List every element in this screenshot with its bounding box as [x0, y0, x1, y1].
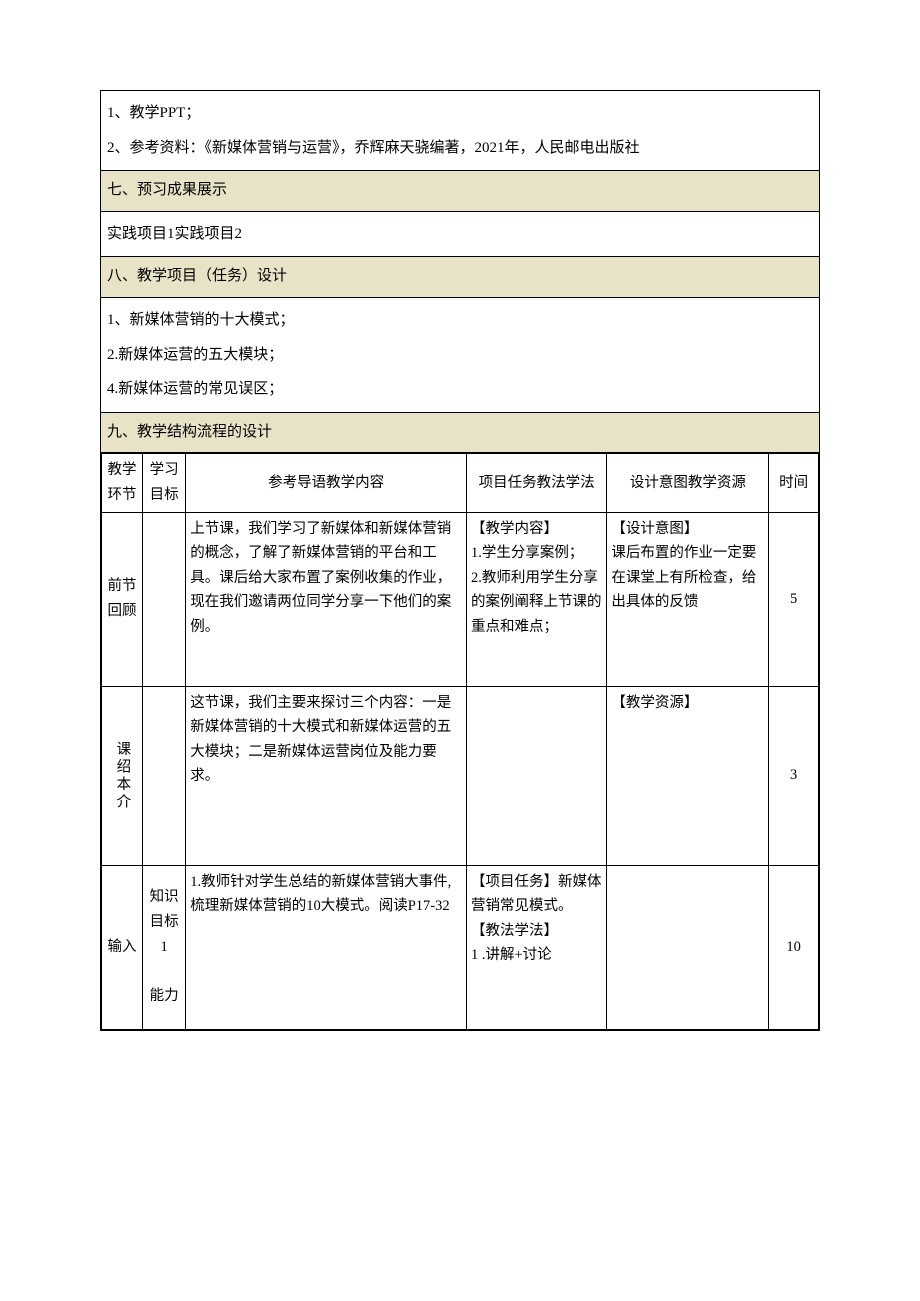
- flow-header-goal: 学习目标: [143, 454, 186, 512]
- table-row: 课绍本介 这节课，我们主要来探讨三个内容：一是新媒体营销的十大模式和新媒体运营的…: [102, 686, 819, 865]
- materials-line-1: 1、教学PPT；: [107, 99, 813, 128]
- flow-design-cell: 【教学资源】: [607, 686, 769, 865]
- flow-goal-cell: [143, 686, 186, 865]
- flow-time-cell: 5: [769, 512, 819, 686]
- flow-header-script: 参考导语教学内容: [186, 454, 467, 512]
- section-8-line-2: 2.新媒体运营的五大模块；: [107, 341, 813, 370]
- flow-task-cell: 【项目任务】新媒体营销常见模式。 【教法学法】 1 .讲解+讨论: [466, 865, 606, 1029]
- section-8-content-cell: 1、新媒体营销的十大模式； 2.新媒体运营的五大模块； 4.新媒体运营的常见误区…: [101, 298, 820, 413]
- flow-stage-cell: 前节回顾: [102, 512, 143, 686]
- section-8-line-3: 4.新媒体运营的常见误区；: [107, 375, 813, 404]
- flow-header-row: 教学环节 学习目标 参考导语教学内容 项目任务教法学法 设计意图教学资源 时间: [102, 454, 819, 512]
- flow-stage-label: 课绍本介: [110, 741, 135, 811]
- table-row: 输入 知识目标1 能力 1.教师针对学生总结的新媒体营销大事件,梳理新媒体营销的…: [102, 865, 819, 1029]
- table-row: 前节回顾 上节课，我们学习了新媒体和新媒体营销的概念，了解了新媒体营销的平台和工…: [102, 512, 819, 686]
- flow-header-stage: 教学环节: [102, 454, 143, 512]
- section-7-content-cell: 实践项目1实践项目2: [101, 211, 820, 257]
- section-8-header: 八、教学项目（任务）设计: [101, 257, 820, 298]
- flow-stage-cell: 课绍本介: [102, 686, 143, 865]
- flow-script-cell: 这节课，我们主要来探讨三个内容：一是新媒体营销的十大模式和新媒体运营的五大模块；…: [186, 686, 467, 865]
- section-7-header: 七、预习成果展示: [101, 171, 820, 212]
- flow-design-cell: 【设计意图】 课后布置的作业一定要在课堂上有所检查，给出具体的反馈: [607, 512, 769, 686]
- flow-goal-cell: 知识目标1 能力: [143, 865, 186, 1029]
- flow-stage-label: 输入: [108, 939, 137, 955]
- flow-stage-cell: 输入: [102, 865, 143, 1029]
- flow-task-cell: 【教学内容】 1.学生分享案例； 2.教师利用学生分享的案例阐释上节课的重点和难…: [466, 512, 606, 686]
- materials-cell: 1、教学PPT； 2、参考资料：《新媒体营销与运营》，乔辉麻天骁编著，2021年…: [101, 91, 820, 171]
- flow-table: 教学环节 学习目标 参考导语教学内容 项目任务教法学法 设计意图教学资源 时间 …: [101, 453, 819, 1029]
- section-8-line-1: 1、新媒体营销的十大模式；: [107, 306, 813, 335]
- lesson-plan-table: 1、教学PPT； 2、参考资料：《新媒体营销与运营》，乔辉麻天骁编著，2021年…: [100, 90, 820, 1031]
- section-9-inner-wrapper: 教学环节 学习目标 参考导语教学内容 项目任务教法学法 设计意图教学资源 时间 …: [101, 453, 820, 1030]
- flow-header-design: 设计意图教学资源: [607, 454, 769, 512]
- flow-script-cell: 上节课，我们学习了新媒体和新媒体营销的概念，了解了新媒体营销的平台和工具。课后给…: [186, 512, 467, 686]
- flow-script-cell: 1.教师针对学生总结的新媒体营销大事件,梳理新媒体营销的10大模式。阅读P17-…: [186, 865, 467, 1029]
- section-9-header: 九、教学结构流程的设计: [101, 412, 820, 453]
- flow-stage-label: 前节回顾: [108, 578, 137, 619]
- flow-time-cell: 10: [769, 865, 819, 1029]
- section-7-content: 实践项目1实践项目2: [107, 220, 813, 249]
- flow-design-cell: [607, 865, 769, 1029]
- materials-line-2: 2、参考资料：《新媒体营销与运营》，乔辉麻天骁编著，2021年，人民邮电出版社: [107, 134, 813, 163]
- flow-goal-cell: [143, 512, 186, 686]
- flow-task-cell: [466, 686, 606, 865]
- flow-header-task: 项目任务教法学法: [466, 454, 606, 512]
- flow-header-time: 时间: [769, 454, 819, 512]
- flow-time-cell: 3: [769, 686, 819, 865]
